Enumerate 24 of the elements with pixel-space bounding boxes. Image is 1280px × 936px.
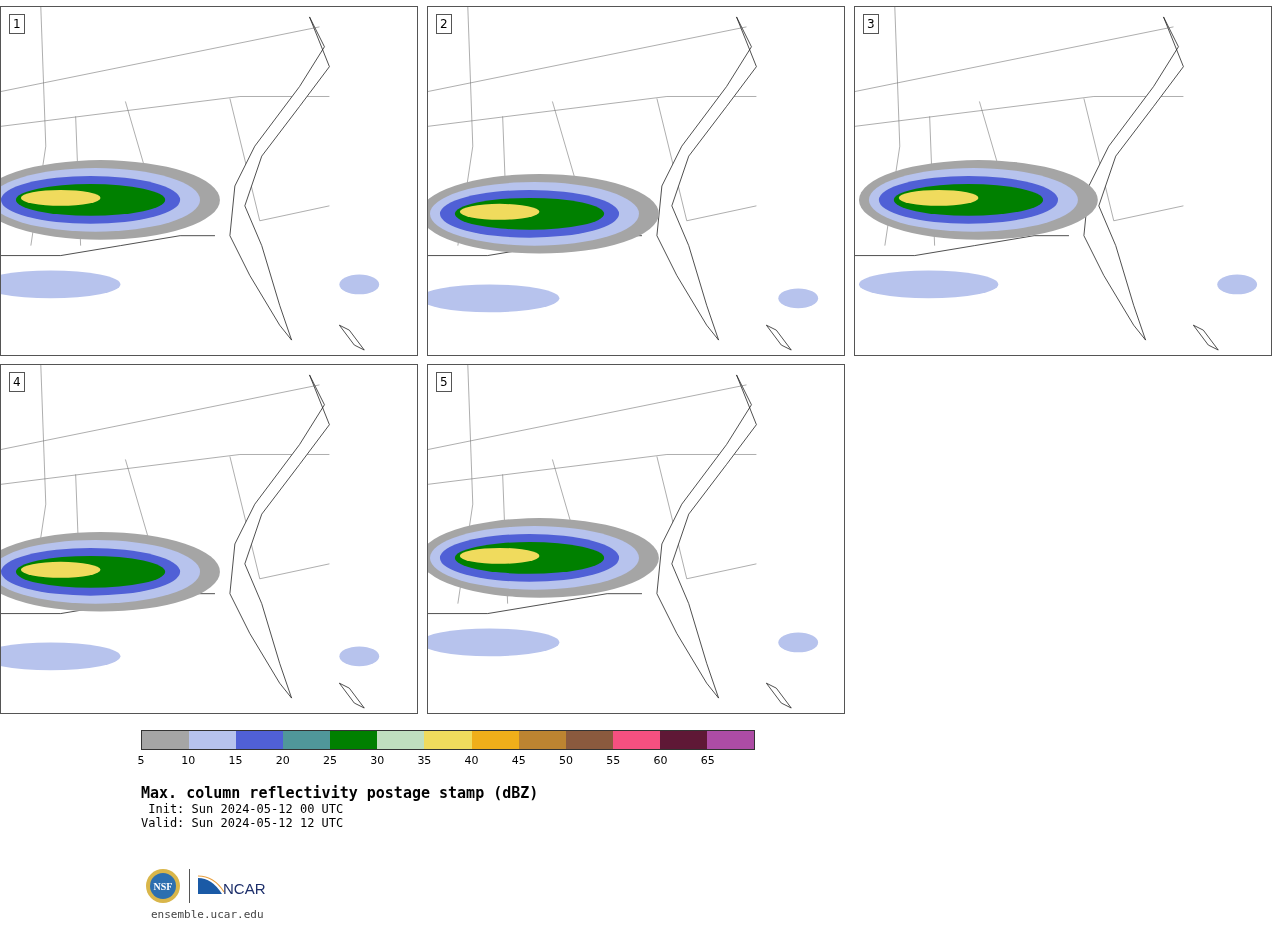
- tick-label: 60: [653, 754, 668, 767]
- site-url: ensemble.ucar.edu: [151, 908, 265, 921]
- init-time: Init: Sun 2024-05-12 00 UTC: [147, 802, 345, 816]
- tick-label: 40: [464, 754, 479, 767]
- panel-number: 5: [436, 372, 452, 392]
- tick-label: 25: [322, 754, 337, 767]
- tick-label: 30: [370, 754, 385, 767]
- panel-number: 3: [863, 14, 879, 34]
- panel-number: 1: [9, 14, 25, 34]
- tick-label: 10: [181, 754, 196, 767]
- valid-time: Valid: Sun 2024-05-12 12 UTC: [141, 816, 345, 830]
- tick-label: 5: [137, 754, 145, 767]
- tick-label: 20: [275, 754, 290, 767]
- ncar-logo: NCAR: [198, 874, 274, 898]
- panel-number: 2: [436, 14, 452, 34]
- tick-label: 15: [228, 754, 243, 767]
- tick-label: 55: [606, 754, 621, 767]
- tick-label: 50: [559, 754, 574, 767]
- tick-label: 45: [511, 754, 526, 767]
- tick-label: 65: [700, 754, 715, 767]
- tick-label: 35: [417, 754, 432, 767]
- nsf-logo: NSF: [145, 868, 181, 904]
- chart-title: Max. column reflectivity postage stamp (dBZ): [141, 784, 540, 802]
- panel-number: 4: [9, 372, 25, 392]
